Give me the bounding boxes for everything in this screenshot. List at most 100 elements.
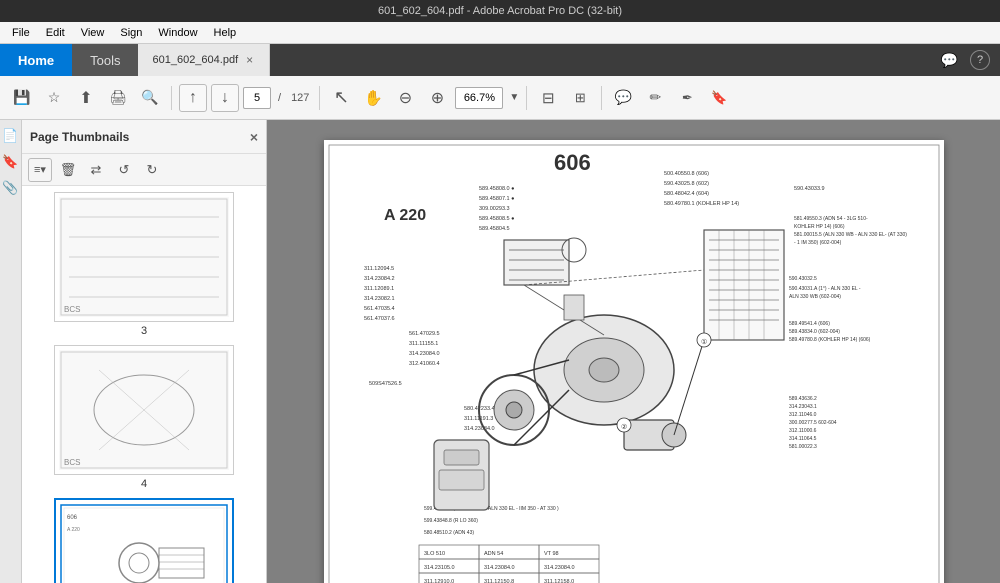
svg-text:309.00293.3: 309.00293.3 [479, 206, 510, 212]
prev-page-button[interactable]: ↑ [179, 84, 207, 112]
tab-doc-close[interactable]: × [244, 51, 255, 69]
thumb-4[interactable]: BCS 4 [49, 345, 239, 490]
page-sep: / [278, 92, 281, 104]
title-bar-text: 601_602_604.pdf - Adobe Acrobat Pro DC (… [8, 5, 992, 17]
svg-text:589.49780.8 (KOHLER HP 14) (60: 589.49780.8 (KOHLER HP 14) (606) [789, 337, 871, 343]
menu-help[interactable]: Help [206, 25, 245, 41]
zoom-dropdown[interactable]: ▼ [509, 92, 519, 103]
svg-text:312.11000.6: 312.11000.6 [789, 428, 817, 434]
left-strip-icon-2[interactable]: 🔖 [1, 152, 21, 172]
page-number-input[interactable]: 5 [243, 87, 271, 109]
svg-text:314.11064.5: 314.11064.5 [789, 436, 817, 442]
thumb-img-5[interactable]: 606 A 220 BCS 601·602 604·606 [54, 498, 234, 583]
zoom-in-button[interactable]: ⊕ [423, 84, 451, 112]
svg-text:589.49541.4 (606): 589.49541.4 (606) [789, 321, 830, 327]
svg-text:590.43032.5: 590.43032.5 [789, 276, 817, 282]
svg-text:314.23084.0: 314.23084.0 [544, 565, 575, 571]
svg-text:590.43031.A (1°) - ALN 330 EL: 590.43031.A (1°) - ALN 330 EL - [789, 286, 861, 292]
left-strip: 📄 🔖 📎 [0, 120, 22, 583]
svg-text:ALN 330 WB (602-004): ALN 330 WB (602-004) [789, 294, 841, 300]
left-strip-icon-3[interactable]: 📎 [1, 178, 21, 198]
menu-window[interactable]: Window [150, 25, 205, 41]
sidebar-close-button[interactable]: × [250, 129, 258, 145]
svg-text:312.11046.0: 312.11046.0 [789, 412, 817, 418]
stamp-button[interactable]: 🔖 [705, 84, 733, 112]
rotate-button[interactable]: ⊞ [566, 84, 594, 112]
svg-text:589.45808.0 ●: 589.45808.0 ● [479, 186, 514, 192]
sidebar-redo-button[interactable]: ↻ [140, 158, 164, 182]
pencil-button[interactable]: ✏ [641, 84, 669, 112]
menu-sign[interactable]: Sign [112, 25, 150, 41]
sidebar-header: Page Thumbnails × [22, 120, 266, 154]
sidebar-undo-button[interactable]: ↺ [112, 158, 136, 182]
svg-text:606: 606 [554, 150, 591, 175]
sidebar: Page Thumbnails × ≡▾ 🗑 ⇄ ↺ ↻ [22, 120, 267, 583]
sidebar-delete-button[interactable]: 🗑 [56, 158, 80, 182]
svg-text:BCS: BCS [64, 458, 80, 467]
sign-button[interactable]: ✒ [673, 84, 701, 112]
select-tool[interactable]: ↖ [327, 84, 355, 112]
svg-text:312.41060.4: 312.41060.4 [409, 361, 440, 367]
next-page-button[interactable]: ↓ [211, 84, 239, 112]
svg-text:314.23082.1: 314.23082.1 [364, 296, 395, 302]
sep3 [526, 86, 527, 110]
svg-text:580.49780.1 (KOHLER HP 14): 580.49780.1 (KOHLER HP 14) [664, 201, 739, 207]
save-button[interactable]: 💾 [8, 84, 36, 112]
svg-text:561.47037.6: 561.47037.6 [364, 316, 395, 322]
sidebar-replace-button[interactable]: ⇄ [84, 158, 108, 182]
svg-text:314.23084.0: 314.23084.0 [484, 565, 515, 571]
tab-bar-right: 💬 ? [937, 44, 1000, 76]
svg-text:314.23043.1: 314.23043.1 [789, 404, 817, 410]
svg-text:589.43834.0 (602-004): 589.43834.0 (602-004) [789, 329, 840, 335]
pdf-area[interactable]: 606 A 220 589.45808.0 ● 589.45807.1 ● 30… [267, 120, 1000, 583]
thumb-3[interactable]: BCS 3 [49, 192, 239, 337]
menu-view[interactable]: View [73, 25, 113, 41]
tab-home[interactable]: Home [0, 44, 72, 76]
comment-button[interactable]: 💬 [609, 84, 637, 112]
sep1 [171, 86, 172, 110]
svg-text:①: ① [701, 338, 707, 346]
svg-text:599.43848.8 (R LO 360): 599.43848.8 (R LO 360) [424, 518, 478, 524]
thumb-label-3: 3 [141, 325, 147, 337]
chat-icon[interactable]: 💬 [937, 48, 962, 73]
upload-button[interactable]: ⬆ [72, 84, 100, 112]
thumb-5[interactable]: 606 A 220 BCS 601·602 604·606 [49, 498, 239, 583]
zoom-input[interactable]: 66.7% [455, 87, 503, 109]
hand-tool[interactable]: ✋ [359, 84, 387, 112]
thumb-img-3[interactable]: BCS [54, 192, 234, 322]
svg-text:- 1 IM 350) (602-004): - 1 IM 350) (602-004) [794, 240, 842, 246]
sidebar-toolbar: ≡▾ 🗑 ⇄ ↺ ↻ [22, 154, 266, 186]
svg-text:A 220: A 220 [384, 207, 426, 224]
tab-tools[interactable]: Tools [72, 44, 138, 76]
tab-doc[interactable]: 601_602_604.pdf × [138, 44, 270, 76]
thumb-img-4[interactable]: BCS [54, 345, 234, 475]
tab-doc-label: 601_602_604.pdf [152, 54, 238, 66]
sidebar-menu-button[interactable]: ≡▾ [28, 158, 52, 182]
svg-text:VT 98: VT 98 [544, 551, 559, 557]
print-button[interactable]: 🖨 [104, 84, 132, 112]
menu-edit[interactable]: Edit [38, 25, 73, 41]
svg-text:A 220: A 220 [67, 527, 80, 533]
help-icon[interactable]: ? [970, 50, 990, 70]
svg-text:590.43025.8 (602): 590.43025.8 (602) [664, 181, 709, 187]
svg-text:581.00022.3: 581.00022.3 [789, 444, 817, 450]
page-total: 127 [291, 92, 309, 104]
left-strip-icon-1[interactable]: 📄 [1, 126, 21, 146]
svg-text:311.12089.1: 311.12089.1 [364, 286, 394, 292]
diagram-svg: 606 A 220 589.45808.0 ● 589.45807.1 ● 30… [324, 140, 944, 583]
svg-text:314.23084.2: 314.23084.2 [364, 276, 395, 282]
svg-text:311.11155.1: 311.11155.1 [409, 341, 438, 347]
zoom-out-button[interactable]: ⊖ [391, 84, 419, 112]
search-button[interactable]: 🔍 [136, 84, 164, 112]
tab-bar: Home Tools 601_602_604.pdf × 💬 ? [0, 44, 1000, 76]
pdf-page: 606 A 220 589.45808.0 ● 589.45807.1 ● 30… [324, 140, 944, 583]
svg-text:580.48042.4 (604): 580.48042.4 (604) [664, 191, 709, 197]
svg-text:②: ② [621, 423, 627, 431]
svg-text:589.43636.2: 589.43636.2 [789, 396, 817, 402]
menu-file[interactable]: File [4, 25, 38, 41]
svg-text:314.23105.0: 314.23105.0 [424, 565, 455, 571]
star-button[interactable]: ☆ [40, 84, 68, 112]
svg-text:314.23084.0: 314.23084.0 [464, 426, 495, 432]
svg-text:581.49550.3 (ADN 54 - 3LG 510-: 581.49550.3 (ADN 54 - 3LG 510- [794, 216, 868, 222]
fit-button[interactable]: ⊟ [534, 84, 562, 112]
